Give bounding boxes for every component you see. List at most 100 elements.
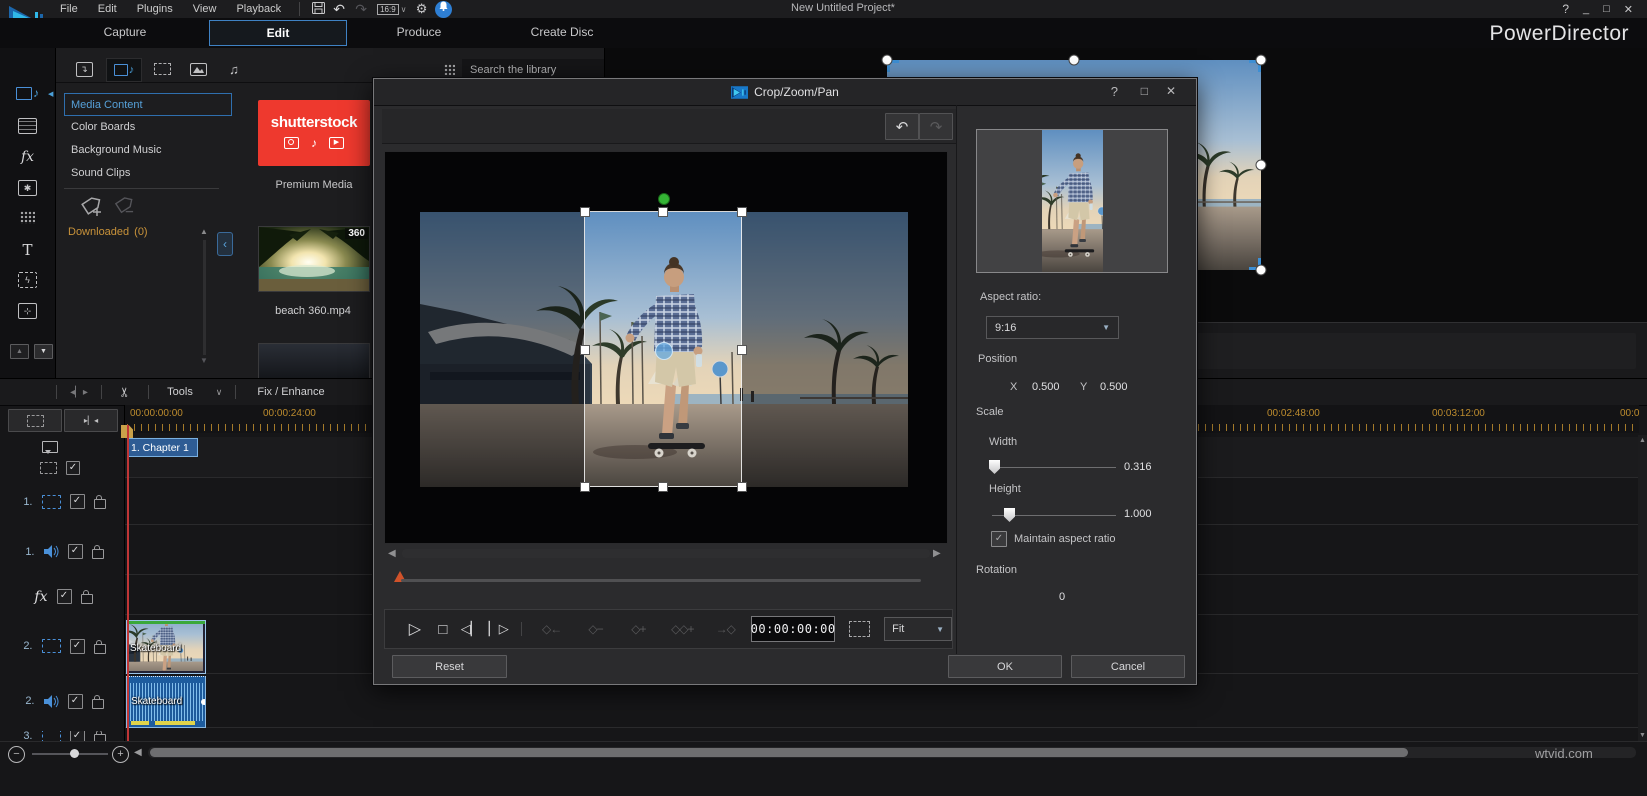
dialog-help-icon[interactable]: ?: [1111, 84, 1118, 99]
rail-item-transition-room[interactable]: ϟ: [0, 272, 55, 288]
reset-button[interactable]: Reset: [392, 655, 507, 678]
aspect-ratio-selector[interactable]: 16:9 ∨: [377, 3, 407, 15]
gear-icon[interactable]: ⚙: [412, 1, 432, 17]
position-x-value[interactable]: 0.500: [1032, 381, 1060, 393]
crop-handle-w[interactable]: [580, 345, 590, 355]
redo-icon[interactable]: ↷: [350, 1, 372, 18]
tab-create-disc[interactable]: Create Disc: [492, 25, 632, 39]
track-manager-button[interactable]: [8, 409, 62, 432]
rail-item-transitions[interactable]: ✱: [0, 180, 55, 196]
rail-scroll-down-button[interactable]: ▼: [34, 344, 53, 359]
menu-view[interactable]: View: [183, 3, 227, 15]
dialog-close-icon[interactable]: ✕: [1166, 84, 1176, 98]
remove-keyframe-icon[interactable]: ◇−: [574, 622, 618, 636]
library-category-media-content[interactable]: Media Content: [64, 93, 232, 116]
resize-handle[interactable]: [1255, 264, 1267, 276]
split-clip-icon[interactable]: ◂▏▸: [57, 387, 101, 398]
video-track-1-header[interactable]: 1. ✓: [0, 479, 124, 524]
rail-item-media[interactable]: ♪: [0, 86, 55, 100]
crop-center-handle[interactable]: [655, 342, 673, 360]
track-lock-icon[interactable]: [93, 495, 106, 509]
track-lock-icon[interactable]: [93, 731, 106, 741]
fit-dropdown[interactable]: Fit ▼: [884, 617, 952, 641]
track-lock-icon[interactable]: [93, 639, 106, 654]
play-button[interactable]: ▷: [401, 619, 429, 639]
tab-produce[interactable]: Produce: [349, 25, 489, 39]
library-category-color-boards[interactable]: Color Boards: [64, 116, 231, 137]
preview-scroll-right-icon[interactable]: ▶: [933, 548, 941, 559]
add-keyframe-icon[interactable]: ◇+: [617, 622, 659, 636]
aspect-ratio-dropdown[interactable]: 9:16 ▼: [986, 316, 1119, 339]
tools-chevron-icon[interactable]: ∨: [211, 387, 227, 398]
media-thumbnail-beach[interactable]: 360: [258, 226, 370, 292]
remove-tag-icon[interactable]: [112, 196, 134, 221]
track-enable-checkbox[interactable]: ✓: [67, 693, 83, 709]
track-lock-icon[interactable]: [91, 694, 104, 709]
next-keyframe-icon[interactable]: →◇: [705, 622, 745, 636]
collapse-tracks-button[interactable]: ▸▏◂: [64, 409, 118, 432]
stop-button[interactable]: □: [429, 621, 457, 638]
add-all-keyframes-icon[interactable]: ◇◇+: [659, 622, 705, 636]
shutterstock-tile[interactable]: shutterstock ♪ ▶: [258, 100, 370, 166]
track-enable-checkbox[interactable]: ✓: [69, 731, 85, 741]
previous-keyframe-icon[interactable]: ◇←: [530, 622, 574, 636]
resize-handle[interactable]: [1255, 54, 1267, 66]
playhead[interactable]: [127, 425, 129, 741]
help-icon[interactable]: ?: [1562, 2, 1569, 16]
cancel-button[interactable]: Cancel: [1071, 655, 1185, 678]
scroll-left-icon[interactable]: ◀: [134, 747, 142, 758]
height-slider-thumb[interactable]: [1004, 508, 1015, 522]
rail-item-particles[interactable]: [0, 211, 55, 224]
fix-enhance-button[interactable]: Fix / Enhance: [236, 386, 346, 398]
downloaded-folder[interactable]: Downloaded (0): [68, 226, 148, 238]
zoom-slider-thumb[interactable]: [70, 749, 79, 758]
close-icon[interactable]: ✕: [1624, 3, 1633, 16]
snapshot-icon[interactable]: [849, 621, 871, 637]
hscrollbar-thumb[interactable]: [150, 748, 1408, 757]
list-scrollbar[interactable]: [203, 240, 206, 355]
dialog-undo-button[interactable]: ↶: [885, 113, 919, 140]
maintain-aspect-checkbox[interactable]: ✓: [991, 531, 1007, 547]
menu-playback[interactable]: Playback: [226, 3, 291, 15]
dialog-maximize-icon[interactable]: □: [1141, 84, 1148, 98]
maximize-icon[interactable]: □: [1603, 3, 1610, 15]
resize-handle[interactable]: [881, 54, 893, 66]
rail-scroll-up-button[interactable]: ▲: [10, 344, 29, 359]
preview-hscrollbar[interactable]: [402, 549, 930, 558]
collapse-panel-button[interactable]: ‹: [217, 232, 233, 256]
crop-handle-nw[interactable]: [580, 207, 590, 217]
dialog-redo-button[interactable]: ↷: [919, 113, 953, 140]
marker-track-checkbox[interactable]: ✓: [66, 461, 80, 475]
width-slider-track[interactable]: [992, 467, 1116, 468]
zoom-in-button[interactable]: +: [112, 746, 129, 763]
rotation-value[interactable]: 0: [1042, 591, 1082, 603]
list-scroll-down-icon[interactable]: ▼: [200, 356, 208, 365]
crop-rotate-handle[interactable]: [658, 193, 670, 205]
zoom-out-button[interactable]: −: [8, 746, 25, 763]
fx-track-header[interactable]: fx ✓: [0, 579, 124, 614]
rail-item-effects[interactable]: fx: [0, 149, 55, 165]
video-track-2-header[interactable]: 2. ✓: [0, 619, 124, 673]
add-tag-icon[interactable]: [78, 196, 102, 223]
menu-plugins[interactable]: Plugins: [127, 3, 183, 15]
menu-edit[interactable]: Edit: [88, 3, 127, 15]
minimize-icon[interactable]: _: [1583, 3, 1589, 15]
crop-handle-ne[interactable]: [737, 207, 747, 217]
marker-track-header[interactable]: ✓: [0, 458, 164, 478]
timecode-display[interactable]: 00:00:00:00: [751, 616, 835, 642]
next-frame-button[interactable]: ▏▷: [485, 621, 513, 637]
timeline-vscrollbar[interactable]: ▲ ▼: [1638, 435, 1647, 741]
tools-menu[interactable]: Tools: [149, 386, 211, 398]
ok-button[interactable]: OK: [948, 655, 1062, 678]
video-track-3-header[interactable]: 3. ✓: [0, 731, 124, 741]
timeline-hscrollbar[interactable]: [148, 747, 1636, 758]
track-enable-checkbox[interactable]: ✓: [69, 638, 85, 654]
position-y-value[interactable]: 0.500: [1100, 381, 1128, 393]
seek-track[interactable]: [401, 579, 921, 582]
audio-clip-skateboard[interactable]: Skateboard: [126, 676, 206, 728]
scroll-down-icon[interactable]: ▼: [1639, 732, 1646, 739]
music-button[interactable]: ♫: [218, 58, 250, 80]
library-category-background-music[interactable]: Background Music: [64, 139, 231, 160]
tab-capture[interactable]: Capture: [55, 25, 195, 39]
crop-handle-e[interactable]: [737, 345, 747, 355]
